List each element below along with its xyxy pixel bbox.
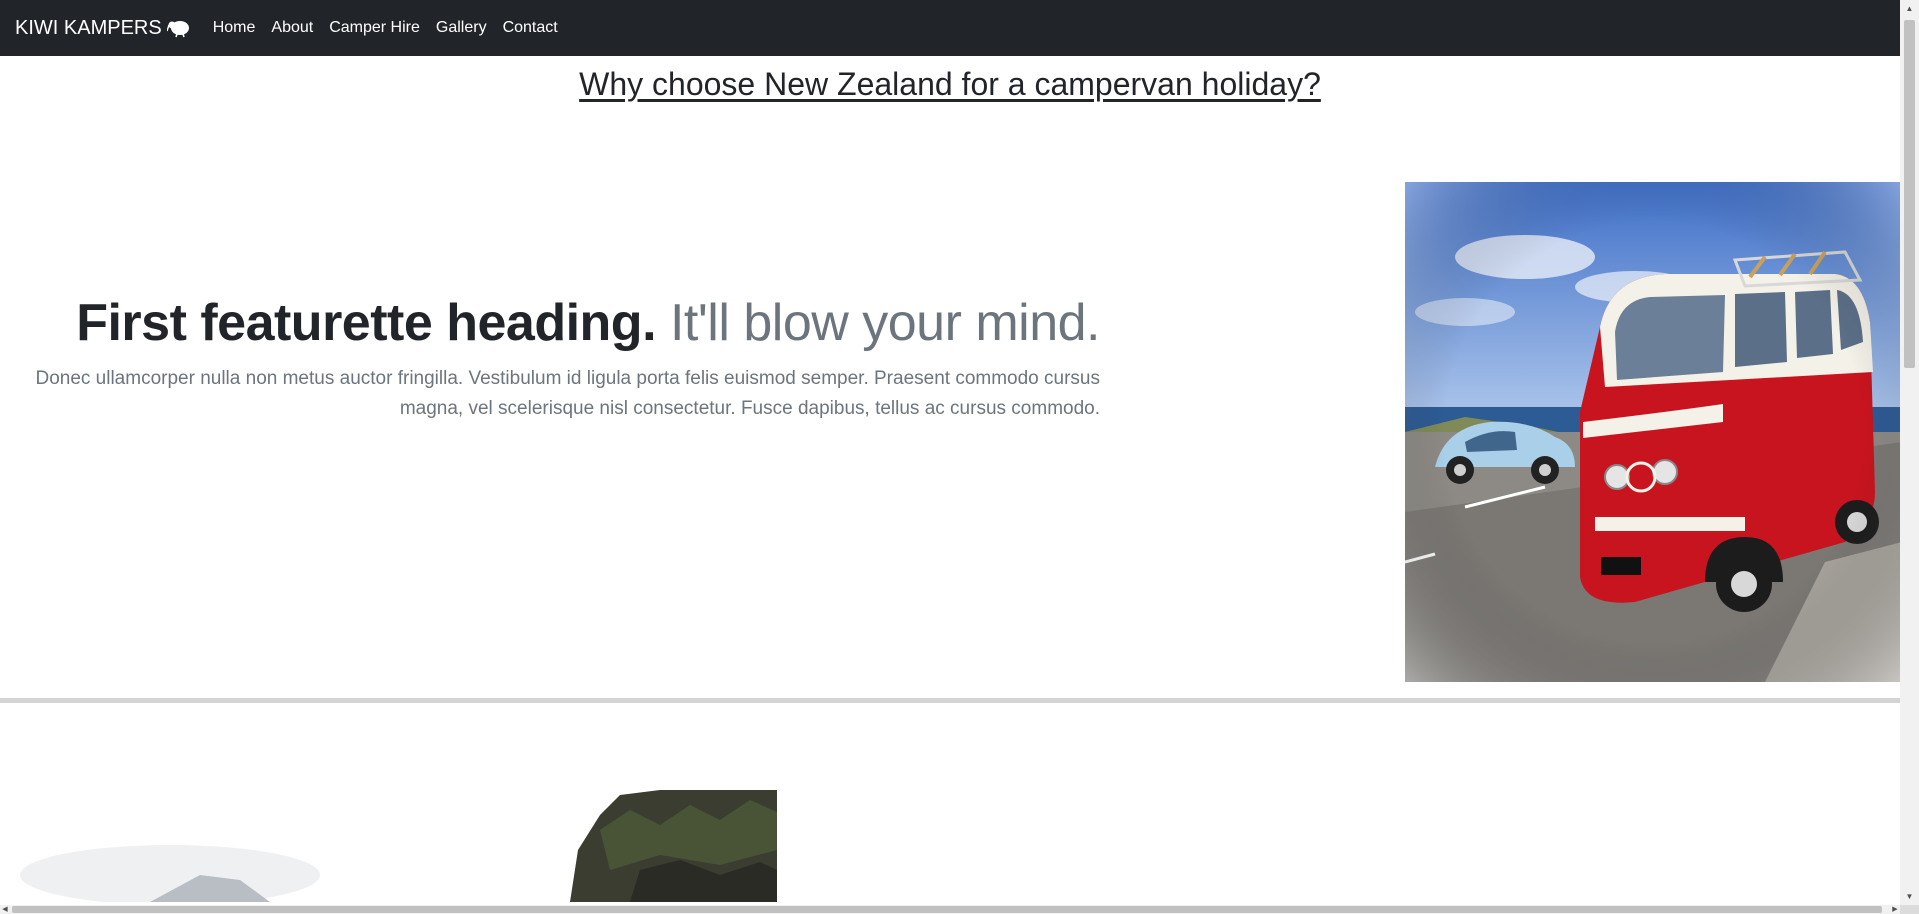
nav-contact-link[interactable]: Contact: [503, 19, 558, 37]
section-divider: [0, 698, 1900, 703]
brand-link[interactable]: KIWI KAMPERS: [15, 17, 191, 40]
scroll-right-arrow-icon[interactable]: ▶: [1890, 905, 1900, 914]
nav-gallery-link[interactable]: Gallery: [436, 19, 487, 37]
kiwi-bird-icon: [166, 18, 191, 38]
featurette-heading-main: First featurette heading.: [76, 294, 657, 352]
vertical-scroll-thumb[interactable]: [1904, 20, 1915, 368]
nav-links: Home About Camper Hire Gallery Contact: [213, 19, 574, 37]
horizontal-scroll-thumb[interactable]: [12, 906, 1882, 913]
brand-name: KIWI KAMPERS: [15, 16, 162, 39]
page-heading: Why choose New Zealand for a campervan h…: [0, 66, 1900, 103]
featurette-text: First featurette heading. It'll blow you…: [30, 292, 1100, 424]
page-heading-text: Why choose New Zealand for a campervan h…: [579, 66, 1321, 102]
scroll-left-arrow-icon[interactable]: ◀: [0, 905, 10, 914]
featurette-lead: Donec ullamcorper nulla non metus auctor…: [35, 368, 1100, 420]
nav-about-link[interactable]: About: [271, 19, 313, 37]
fjord-image: [0, 790, 777, 902]
featurette-heading-muted: It'll blow your mind.: [669, 294, 1101, 352]
nav-home-link[interactable]: Home: [213, 19, 256, 37]
top-navbar: KIWI KAMPERS Home About Camper Hire Gall…: [0, 0, 1900, 56]
horizontal-scrollbar[interactable]: ◀ ▶: [0, 905, 1900, 914]
featurette-section: First featurette heading. It'll blow you…: [0, 182, 1902, 682]
scroll-down-arrow-icon[interactable]: ▼: [1900, 888, 1919, 905]
campervan-image: [1405, 182, 1902, 682]
scrollbar-corner: [1900, 905, 1919, 914]
vertical-scrollbar[interactable]: ▲ ▼: [1900, 0, 1919, 905]
featurette-heading: First featurette heading. It'll blow you…: [30, 292, 1100, 354]
nav-camper-hire-link[interactable]: Camper Hire: [329, 19, 420, 37]
browser-viewport: KIWI KAMPERS Home About Camper Hire Gall…: [0, 0, 1919, 914]
scroll-up-arrow-icon[interactable]: ▲: [1900, 0, 1919, 17]
